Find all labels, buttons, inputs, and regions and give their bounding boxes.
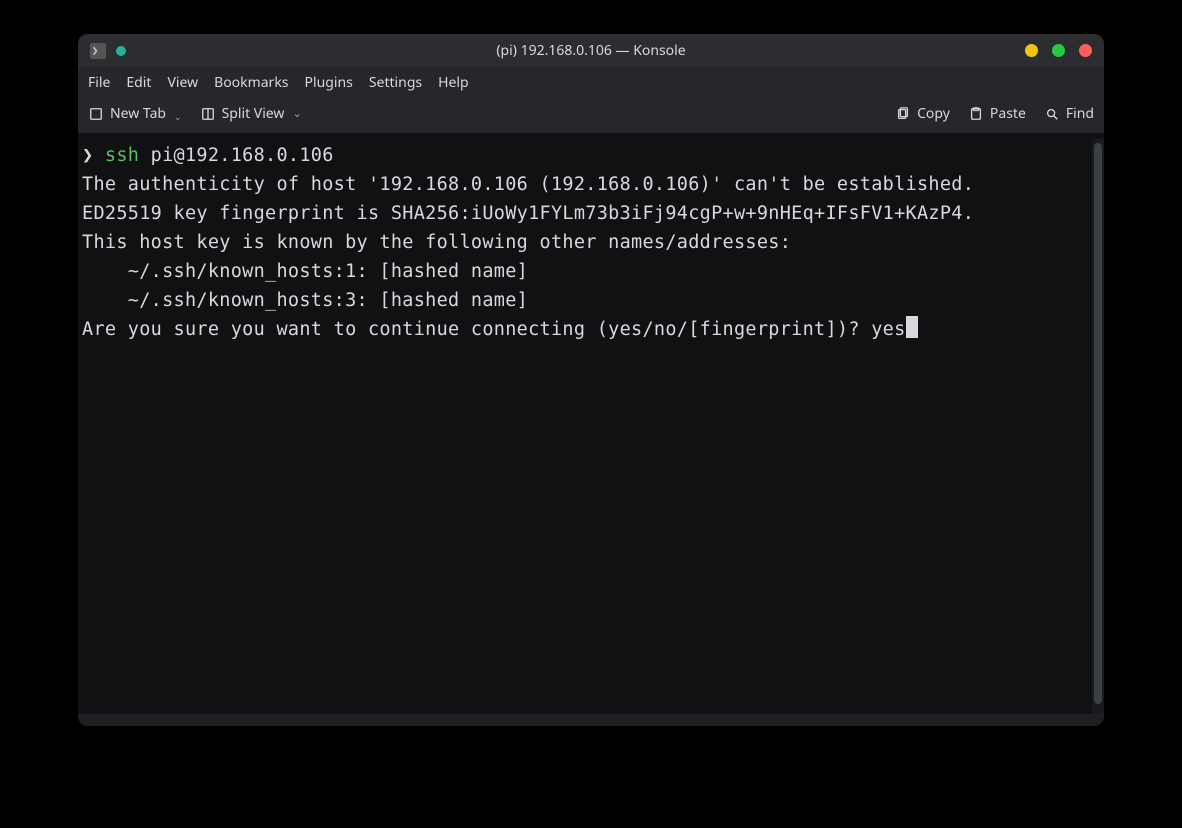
new-tab-button[interactable]: New Tab ⌄ xyxy=(88,104,182,123)
command-name: ssh xyxy=(105,145,139,166)
terminal[interactable]: ❯ ssh pi@192.168.0.106 The authenticity … xyxy=(78,139,1092,714)
new-tab-label: New Tab xyxy=(110,104,166,123)
terminal-area: ❯ ssh pi@192.168.0.106 The authenticity … xyxy=(78,139,1104,714)
paste-icon xyxy=(968,106,984,122)
menu-view[interactable]: View xyxy=(167,73,198,92)
window-controls xyxy=(1025,44,1092,57)
terminal-output-line: ~/.ssh/known_hosts:3: [hashed name] xyxy=(82,290,528,311)
split-view-label: Split View xyxy=(222,104,285,123)
activity-indicator-icon xyxy=(116,46,126,56)
command-args: pi@192.168.0.106 xyxy=(139,145,333,166)
copy-button[interactable]: Copy xyxy=(895,104,950,123)
titlebar[interactable]: (pi) 192.168.0.106 — Konsole xyxy=(78,34,1104,67)
menu-file[interactable]: File xyxy=(88,73,110,92)
terminal-prompt-question: Are you sure you want to continue connec… xyxy=(82,319,871,340)
terminal-app-icon xyxy=(90,43,106,59)
menu-help[interactable]: Help xyxy=(438,73,469,92)
maximize-button[interactable] xyxy=(1052,44,1065,57)
new-tab-icon xyxy=(88,106,104,122)
scrollbar[interactable] xyxy=(1092,139,1104,714)
close-button[interactable] xyxy=(1079,44,1092,57)
find-button[interactable]: Find xyxy=(1044,104,1094,123)
menu-bookmarks[interactable]: Bookmarks xyxy=(214,73,288,92)
scrollbar-thumb[interactable] xyxy=(1094,143,1102,704)
prompt-symbol: ❯ xyxy=(82,145,93,166)
toolbar: New Tab ⌄ Split View ⌄ Copy Paste xyxy=(78,98,1104,133)
terminal-output-line: This host key is known by the following … xyxy=(82,232,791,253)
menu-plugins[interactable]: Plugins xyxy=(305,73,353,92)
menubar: File Edit View Bookmarks Plugins Setting… xyxy=(78,67,1104,98)
konsole-window: (pi) 192.168.0.106 — Konsole File Edit V… xyxy=(78,34,1104,726)
paste-label: Paste xyxy=(990,104,1026,123)
search-icon xyxy=(1044,106,1060,122)
paste-button[interactable]: Paste xyxy=(968,104,1026,123)
window-title: (pi) 192.168.0.106 — Konsole xyxy=(78,41,1104,60)
split-view-button[interactable]: Split View ⌄ xyxy=(200,104,302,123)
terminal-output-line: ED25519 key fingerprint is SHA256:iUoWy1… xyxy=(82,203,974,224)
minimize-button[interactable] xyxy=(1025,44,1038,57)
chevron-down-icon: ⌄ xyxy=(292,106,301,121)
terminal-output-line: The authenticity of host '192.168.0.106 … xyxy=(82,174,974,195)
split-view-icon xyxy=(200,106,216,122)
titlebar-left xyxy=(90,43,126,59)
cursor xyxy=(906,316,918,338)
window-bottom-border xyxy=(78,714,1104,726)
chevron-down-icon: ⌄ xyxy=(174,110,182,123)
terminal-user-input: yes xyxy=(871,319,905,340)
find-label: Find xyxy=(1066,104,1094,123)
copy-label: Copy xyxy=(917,104,950,123)
copy-icon xyxy=(895,106,911,122)
menu-edit[interactable]: Edit xyxy=(126,73,151,92)
menu-settings[interactable]: Settings xyxy=(369,73,422,92)
terminal-output-line: ~/.ssh/known_hosts:1: [hashed name] xyxy=(82,261,528,282)
